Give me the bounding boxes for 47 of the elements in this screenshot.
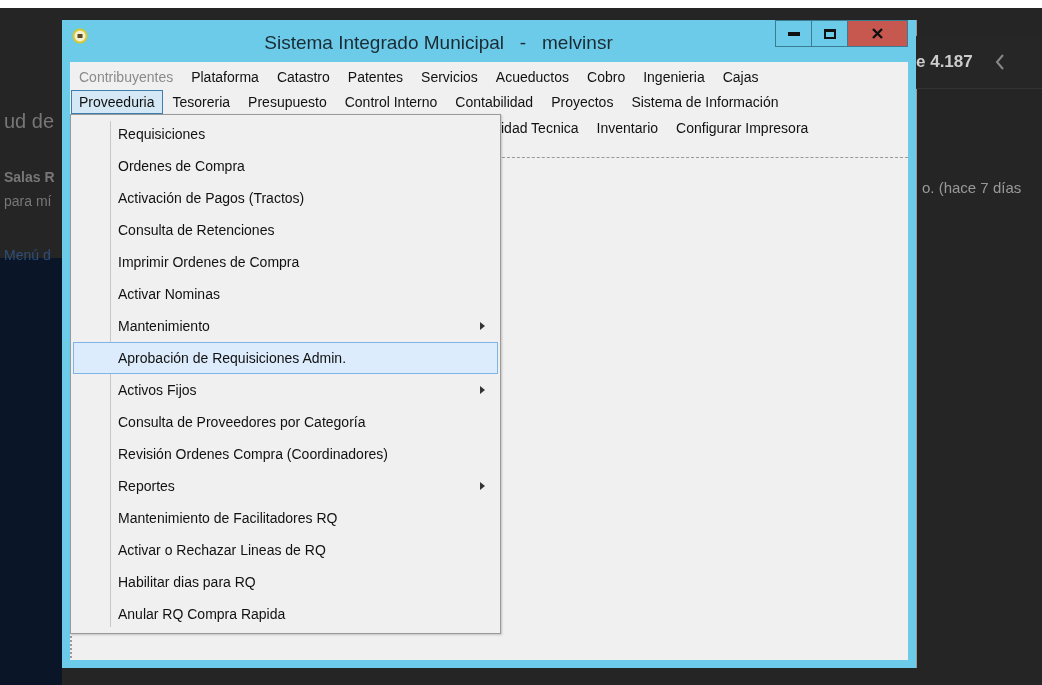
menu-item[interactable]: Proveeduria xyxy=(71,90,163,115)
dropdown-item[interactable]: Revisión Ordenes Compra (Coordinadores) xyxy=(73,438,498,470)
chevron-left-icon xyxy=(994,54,1005,70)
minimize-icon xyxy=(787,31,800,36)
maximize-icon xyxy=(823,28,836,39)
menu-item[interactable]: Cajas xyxy=(714,64,767,89)
background-text: para mí xyxy=(4,193,53,209)
maximize-button[interactable] xyxy=(812,20,848,47)
menu-item[interactable]: Sistema de Información xyxy=(623,90,787,115)
menu-item[interactable]: Presupuesto xyxy=(240,90,335,115)
dropdown-item[interactable]: Activos Fijos xyxy=(73,374,498,406)
menu-item[interactable]: Servicios xyxy=(413,64,486,89)
window-title: Sistema Integrado Municipal - melvinsr xyxy=(263,32,614,54)
background-text: ud de xyxy=(4,110,56,133)
dropdown-item[interactable]: Reportes xyxy=(73,470,498,502)
dropdown-item[interactable]: Activación de Pagos (Tractos) xyxy=(73,182,498,214)
counter-text: e 4.187 xyxy=(916,52,973,72)
background-text: o. (hace 7 días xyxy=(922,179,1023,196)
close-button[interactable] xyxy=(848,20,908,47)
dropdown-item[interactable]: Consulta de Proveedores por Categoría xyxy=(73,406,498,438)
menu-item[interactable]: Acueductos xyxy=(487,64,578,89)
menu-item[interactable]: Ingenieria xyxy=(635,64,713,89)
dropdown-item[interactable]: Anular RQ Compra Rapida xyxy=(73,598,498,630)
menu-item[interactable]: Inventario xyxy=(588,115,667,140)
dropdown-item[interactable]: Imprimir Ordenes de Compra xyxy=(73,246,498,278)
background-text: Menú d xyxy=(4,247,52,263)
close-icon xyxy=(872,28,883,39)
dropdown-item[interactable]: Consulta de Retenciones xyxy=(73,214,498,246)
menu-item[interactable]: Proyectos xyxy=(543,90,622,115)
menu-item[interactable]: Catastro xyxy=(268,64,338,89)
background-text: Salas R xyxy=(4,169,56,185)
dropdown-item[interactable]: Mantenimiento de Facilitadores RQ xyxy=(73,502,498,534)
emblem-icon xyxy=(72,28,88,44)
dropdown-item[interactable]: Aprobación de Requisiciones Admin. xyxy=(73,342,498,374)
dropdown-item[interactable]: Activar Nominas xyxy=(73,278,498,310)
dropdown-item[interactable]: Mantenimiento xyxy=(73,310,498,342)
dropdown-item[interactable]: Ordenes de Compra xyxy=(73,150,498,182)
menu-item[interactable]: Patentes xyxy=(339,64,412,89)
menu-item[interactable]: Configurar Impresora xyxy=(668,115,817,140)
menu-item[interactable]: Cobro xyxy=(579,64,634,89)
dropdown-item[interactable]: Activar o Rechazar Lineas de RQ xyxy=(73,534,498,566)
menu-item[interactable]: Contabilidad xyxy=(447,90,542,115)
minimize-button[interactable] xyxy=(776,20,812,47)
dropdown-item[interactable]: Habilitar dias para RQ xyxy=(73,566,498,598)
menu-item[interactable]: Control Interno xyxy=(336,90,446,115)
menu-item[interactable]: Plataforma xyxy=(183,64,267,89)
menu-item[interactable]: Tesoreria xyxy=(164,90,239,115)
